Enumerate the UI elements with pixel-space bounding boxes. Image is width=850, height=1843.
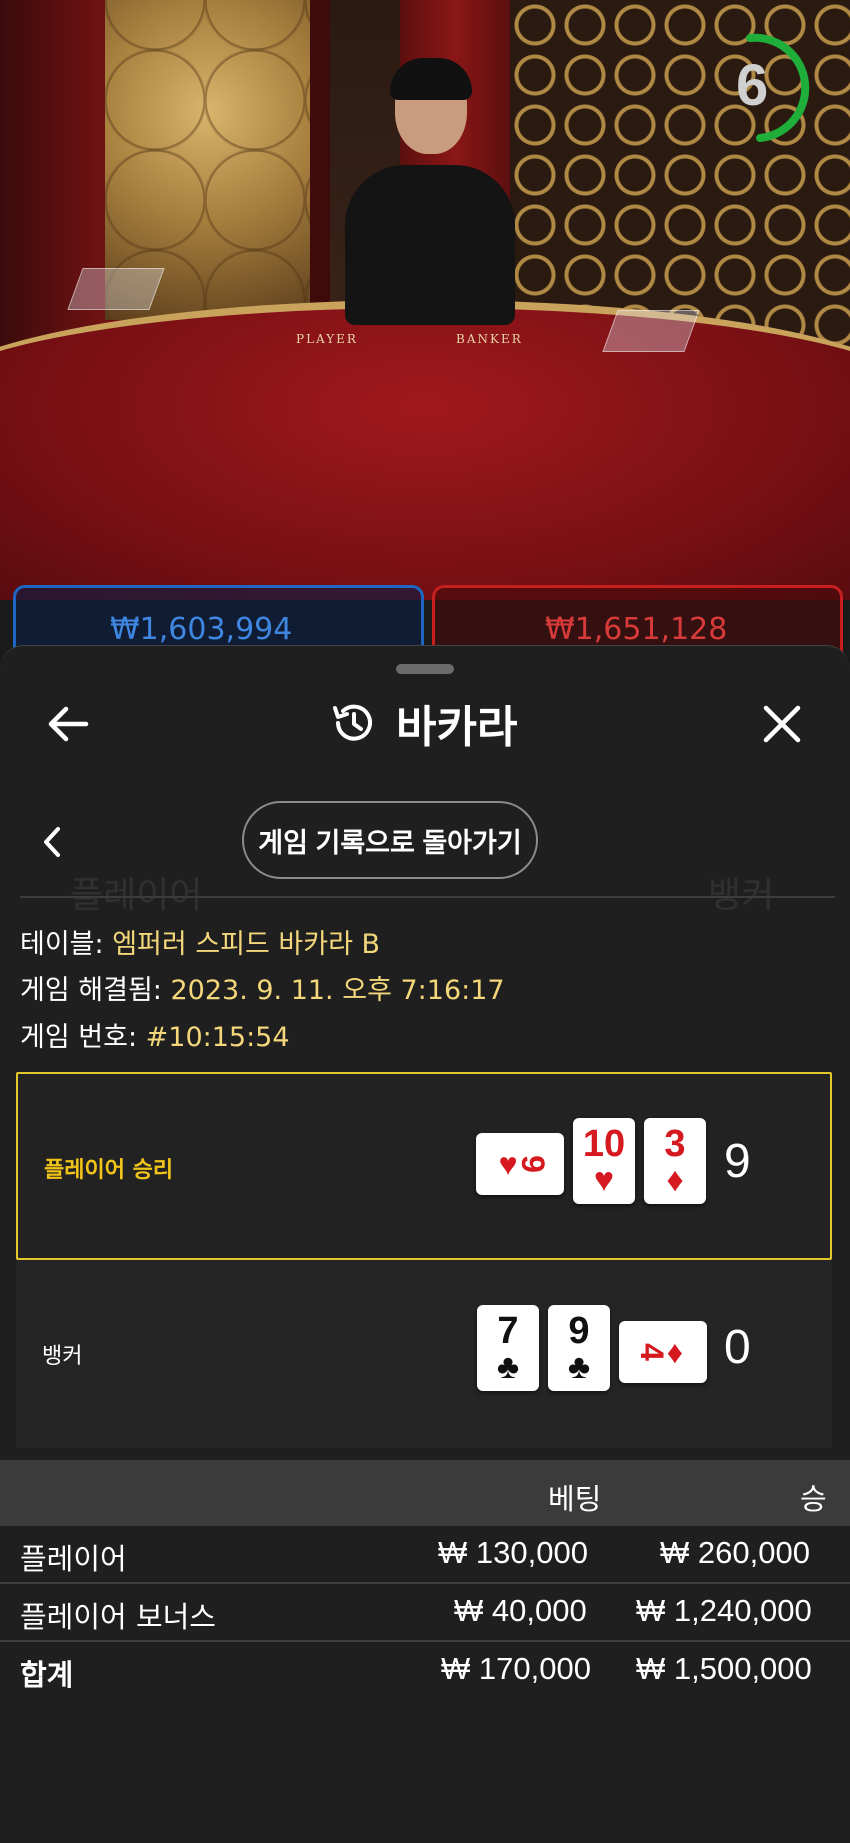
bets-table-header [0,1460,850,1526]
round-label: 게임 번호: [20,1022,138,1053]
history-icon [333,704,372,741]
banker-total: 0 [724,1321,751,1374]
total-win: ₩ 1,500,000 [636,1651,812,1686]
table-text-banker: BANKER [456,332,523,346]
resolved-info: 게임 해결됨: 2023. 9. 11. 오후 7:16:17 [20,968,505,1007]
player-pot: ₩1,603,994 [110,612,293,647]
player-result-label: 플레이어 승리 [44,1158,174,1183]
bet-name: 플레이어 보너스 [20,1600,216,1634]
banker-card-3: 4 ♦ [619,1321,707,1383]
bet-name: 플레이어 [20,1542,127,1576]
bet-amount: ₩ 130,000 [438,1535,588,1570]
round-info: 게임 번호: #10:15:54 [20,1015,290,1054]
banker-pot: ₩1,651,128 [545,612,728,647]
table-value: 엠퍼러 스피드 바카라 B [112,929,381,960]
table-text-player: PLAYER [296,332,358,346]
bet-column-header: 베팅 [548,1482,602,1516]
banker-card-1: 7 ♣ [477,1305,539,1391]
round-timer: 6 [736,53,769,118]
player-hand: 플레이어 승리 [16,1072,832,1260]
player-card-1: ♥ 9 [476,1133,564,1195]
banker-label: 뱅커 [42,1344,83,1369]
page-title: 바카라 [396,702,518,753]
sheet-title: 바카라 [330,694,518,753]
table-label: 테이블: [20,929,104,960]
back-arrow-icon[interactable] [44,700,92,748]
chevron-left-icon[interactable] [38,824,66,860]
baccarat-table [0,300,850,600]
banker-card-2: 9 ♣ [548,1305,610,1391]
total-bet: ₩ 170,000 [441,1651,591,1686]
divider [20,896,835,898]
player-total: 9 [724,1135,751,1188]
round-value: #10:15:54 [145,1022,290,1053]
banker-hand: 뱅커 [16,1260,832,1448]
resolved-label: 게임 해결됨: [20,975,162,1006]
bet-amount: ₩ 40,000 [454,1593,587,1628]
drag-handle[interactable] [396,664,454,674]
close-icon[interactable] [758,700,806,748]
player-card-3: 3 ♦ [644,1118,706,1204]
win-column-header: 승 [800,1482,827,1516]
player-card-2: 10 ♥ [573,1118,635,1204]
return-to-history-button[interactable]: 게임 기록으로 돌아가기 [242,801,538,879]
table-info: 테이블: 엠퍼러 스피드 바카라 B [20,922,380,961]
win-amount: ₩ 1,240,000 [636,1593,812,1628]
resolved-value: 2023. 9. 11. 오후 7:16:17 [170,975,505,1006]
dealer [345,165,515,325]
win-amount: ₩ 260,000 [660,1535,810,1570]
live-video: PLAYER BANKER [0,0,850,600]
total-label: 합계 [20,1658,74,1692]
